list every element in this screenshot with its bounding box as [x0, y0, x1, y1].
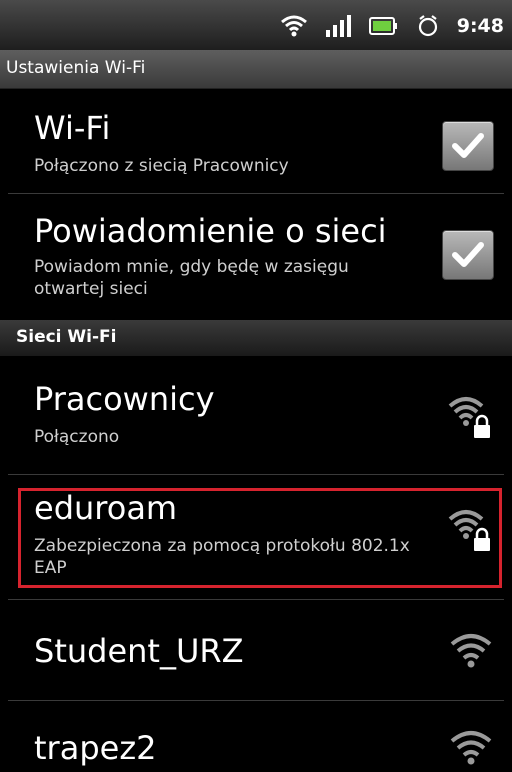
- battery-icon: [368, 15, 399, 37]
- page-title: Ustawienia Wi-Fi: [6, 58, 146, 78]
- wifi-icon: [446, 725, 496, 772]
- status-icons: 9:48: [280, 12, 504, 40]
- network-item-student-urz[interactable]: Student_URZ: [0, 600, 512, 700]
- alarm-icon: [417, 14, 439, 38]
- wifi-checkbox[interactable]: [442, 121, 494, 171]
- wifi-lock-icon: [446, 392, 496, 446]
- checkmark-icon: [452, 242, 484, 267]
- wifi-toggle-row[interactable]: Wi-Fi Połączono z siecią Pracownicy: [0, 89, 512, 193]
- signal-icon: [325, 14, 351, 38]
- network-notification-title: Powiadomienie o sieci: [34, 212, 387, 250]
- wifi-toggle-title: Wi-Fi: [34, 109, 111, 147]
- network-name: trapez2: [34, 729, 157, 767]
- wifi-icon: [280, 14, 307, 38]
- selection-highlight: [18, 488, 502, 588]
- wifi-settings-screen: 9:48 Ustawienia Wi-Fi Wi-Fi Połączono z …: [0, 0, 512, 772]
- checkmark-icon: [452, 133, 484, 158]
- network-item-trapez2[interactable]: trapez2: [0, 701, 512, 772]
- status-time: 9:48: [456, 15, 504, 37]
- section-title: Sieci Wi-Fi: [16, 327, 117, 347]
- network-item-pracownicy[interactable]: Pracownicy Połączono: [0, 356, 512, 474]
- network-notification-row[interactable]: Powiadomienie o sieci Powiadom mnie, gdy…: [0, 194, 512, 320]
- network-status: Połączono: [34, 427, 120, 447]
- network-notification-checkbox[interactable]: [442, 230, 494, 280]
- status-bar: 9:48: [0, 0, 512, 51]
- network-notification-summary: Powiadom mnie, gdy będę w zasięgu otwart…: [34, 257, 349, 299]
- section-header-wifi-networks: Sieci Wi-Fi: [0, 320, 512, 356]
- wifi-icon: [446, 628, 496, 682]
- network-name: Pracownicy: [34, 380, 215, 418]
- title-bar: Ustawienia Wi-Fi: [0, 50, 512, 89]
- network-name: Student_URZ: [34, 632, 244, 670]
- wifi-toggle-summary: Połączono z siecią Pracownicy: [34, 156, 289, 176]
